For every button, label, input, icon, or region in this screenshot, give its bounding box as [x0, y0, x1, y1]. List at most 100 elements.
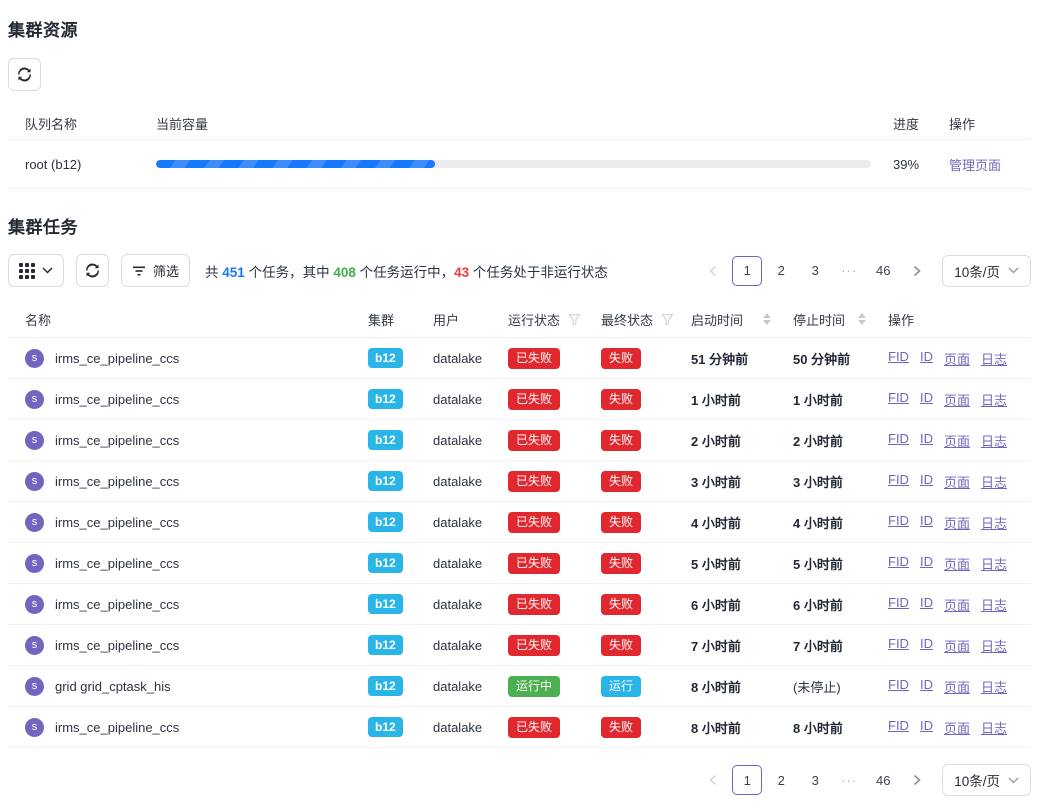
- row-action-link[interactable]: ID: [920, 718, 933, 737]
- pagination-prev[interactable]: [698, 765, 728, 795]
- row-action-link[interactable]: FID: [888, 513, 909, 532]
- pagination-ellipsis[interactable]: ···: [834, 765, 864, 795]
- row-action-link[interactable]: FID: [888, 472, 909, 491]
- stop-time: 1 小时前: [785, 390, 880, 409]
- run-status-filter-icon[interactable]: [568, 313, 581, 326]
- row-action-link[interactable]: ID: [920, 431, 933, 450]
- resources-table-row: root (b12) 39% 管理页面: [8, 140, 1031, 189]
- final-status-badge: 失败: [601, 512, 641, 533]
- row-action-link[interactable]: 页面: [944, 431, 970, 450]
- row-action-link[interactable]: 页面: [944, 554, 970, 573]
- row-action-link[interactable]: FID: [888, 677, 909, 696]
- row-action-link[interactable]: FID: [888, 636, 909, 655]
- pagination-page-2[interactable]: 2: [766, 256, 796, 286]
- tasks-toolbar: 筛选 共 451 个任务，其中 408 个任务运行中，43 个任务处于非运行状态…: [8, 254, 1031, 287]
- column-settings-button[interactable]: [8, 254, 64, 287]
- final-status-badge: 失败: [601, 594, 641, 615]
- pagination-page-3[interactable]: 3: [800, 765, 830, 795]
- row-action-link[interactable]: ID: [920, 472, 933, 491]
- table-row: s irms_ce_pipeline_ccs b12 datalake 已失败 …: [8, 502, 1031, 543]
- start-time: 8 小时前: [683, 677, 785, 696]
- final-status-filter-icon[interactable]: [661, 313, 674, 326]
- start-time: 8 小时前: [683, 718, 785, 737]
- pagination-page-1[interactable]: 1: [732, 765, 762, 795]
- row-actions: FID ID 页面日志: [880, 472, 1031, 491]
- pagination-page-46[interactable]: 46: [868, 256, 898, 286]
- manage-page-link[interactable]: 管理页面: [949, 158, 1001, 173]
- col-queue-name: 队列名称: [8, 114, 148, 133]
- row-actions: FID ID 页面日志: [880, 349, 1031, 368]
- chevron-down-icon: [1008, 777, 1019, 784]
- pagination-next[interactable]: [902, 765, 932, 795]
- table-row: s irms_ce_pipeline_ccs b12 datalake 已失败 …: [8, 625, 1031, 666]
- row-action-link[interactable]: FID: [888, 390, 909, 409]
- row-action-link[interactable]: 日志: [981, 718, 1007, 737]
- user-cell: datalake: [425, 597, 500, 612]
- cluster-badge: b12: [368, 471, 403, 491]
- page-size-label: 10条/页: [954, 770, 1000, 790]
- col-start-time: 启动时间: [691, 310, 743, 329]
- pagination-prev[interactable]: [698, 256, 728, 286]
- row-action-link[interactable]: ID: [920, 554, 933, 573]
- row-action-link[interactable]: ID: [920, 636, 933, 655]
- stop-time: 5 小时前: [785, 554, 880, 573]
- table-row: s irms_ce_pipeline_ccs b12 datalake 已失败 …: [8, 338, 1031, 379]
- row-action-link[interactable]: 日志: [981, 595, 1007, 614]
- row-action-link[interactable]: ID: [920, 390, 933, 409]
- filter-button[interactable]: 筛选: [121, 254, 190, 287]
- row-action-link[interactable]: 日志: [981, 431, 1007, 450]
- run-status-badge: 已失败: [508, 594, 560, 615]
- row-action-link[interactable]: FID: [888, 554, 909, 573]
- row-action-link[interactable]: 页面: [944, 513, 970, 532]
- cluster-badge: b12: [368, 553, 403, 573]
- row-action-link[interactable]: 页面: [944, 390, 970, 409]
- cluster-badge: b12: [368, 389, 403, 409]
- resources-refresh-button[interactable]: [8, 58, 41, 91]
- page-size-select[interactable]: 10条/页: [942, 255, 1031, 287]
- tasks-refresh-button[interactable]: [76, 254, 109, 287]
- final-status-badge: 失败: [601, 553, 641, 574]
- row-action-link[interactable]: ID: [920, 595, 933, 614]
- pagination-ellipsis[interactable]: ···: [834, 256, 864, 286]
- row-action-link[interactable]: 日志: [981, 390, 1007, 409]
- row-action-link[interactable]: FID: [888, 718, 909, 737]
- row-action-link[interactable]: 页面: [944, 677, 970, 696]
- stop-time-sort-icon[interactable]: [858, 313, 866, 325]
- row-action-link[interactable]: 页面: [944, 349, 970, 368]
- row-action-link[interactable]: FID: [888, 349, 909, 368]
- row-action-link[interactable]: 日志: [981, 349, 1007, 368]
- task-name: irms_ce_pipeline_ccs: [55, 597, 179, 612]
- row-action-link[interactable]: 日志: [981, 677, 1007, 696]
- pagination-page-3[interactable]: 3: [800, 256, 830, 286]
- pagination-page-46[interactable]: 46: [868, 765, 898, 795]
- table-row: s irms_ce_pipeline_ccs b12 datalake 已失败 …: [8, 707, 1031, 748]
- row-action-link[interactable]: ID: [920, 677, 933, 696]
- avatar: s: [25, 349, 44, 368]
- page-size-select[interactable]: 10条/页: [942, 764, 1031, 796]
- row-action-link[interactable]: 页面: [944, 636, 970, 655]
- row-actions: FID ID 页面日志: [880, 431, 1031, 450]
- stop-time: 7 小时前: [785, 636, 880, 655]
- row-action-link[interactable]: FID: [888, 431, 909, 450]
- row-action-link[interactable]: ID: [920, 349, 933, 368]
- pagination-page-2[interactable]: 2: [766, 765, 796, 795]
- row-action-link[interactable]: FID: [888, 595, 909, 614]
- final-status-badge: 失败: [601, 348, 641, 369]
- row-action-link[interactable]: 日志: [981, 513, 1007, 532]
- task-name: irms_ce_pipeline_ccs: [55, 638, 179, 653]
- tasks-table: 名称 集群 用户 运行状态 最终状态: [8, 301, 1031, 748]
- row-action-link[interactable]: ID: [920, 513, 933, 532]
- task-name: irms_ce_pipeline_ccs: [55, 720, 179, 735]
- row-action-link[interactable]: 日志: [981, 472, 1007, 491]
- stop-time: 3 小时前: [785, 472, 880, 491]
- row-action-link[interactable]: 日志: [981, 554, 1007, 573]
- row-action-link[interactable]: 页面: [944, 718, 970, 737]
- row-action-link[interactable]: 日志: [981, 636, 1007, 655]
- row-action-link[interactable]: 页面: [944, 472, 970, 491]
- col-action: 操作: [941, 114, 1031, 133]
- pagination-page-1[interactable]: 1: [732, 256, 762, 286]
- row-action-link[interactable]: 页面: [944, 595, 970, 614]
- user-cell: datalake: [425, 433, 500, 448]
- pagination-next[interactable]: [902, 256, 932, 286]
- start-time-sort-icon[interactable]: [763, 313, 771, 325]
